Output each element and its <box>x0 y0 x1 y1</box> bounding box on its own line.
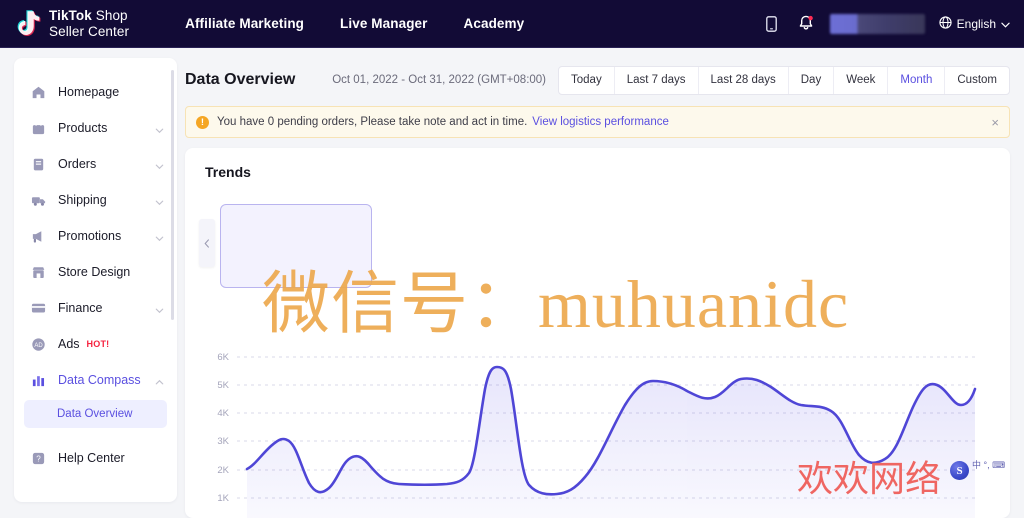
sidebar-item-label: Promotions <box>58 229 122 243</box>
sidebar-scrollbar[interactable] <box>171 70 174 320</box>
brand-line2: Seller Center <box>49 23 130 39</box>
tiktok-note-icon <box>16 9 42 39</box>
sidebar-item-label: Products <box>58 121 108 135</box>
mobile-icon[interactable] <box>762 13 782 35</box>
metric-carousel <box>185 196 1010 291</box>
date-range-text: Oct 01, 2022 - Oct 31, 2022 (GMT+08:00) <box>332 74 547 86</box>
chart-y-axis-labels: 6K 5K 4K 3K 2K 1K <box>217 352 229 504</box>
sidebar-item-label: Homepage <box>58 85 120 99</box>
home-icon <box>30 84 47 101</box>
help-icon: ? <box>30 450 47 467</box>
chevron-down-icon[interactable] <box>154 159 165 170</box>
user-account-redacted[interactable] <box>829 13 925 34</box>
trends-chart-svg: 6K 5K 4K 3K 2K 1K <box>217 352 977 518</box>
metric-card-selected[interactable] <box>220 204 372 288</box>
store-icon <box>30 264 47 281</box>
bar-chart-icon <box>30 372 47 389</box>
pending-orders-alert: ! You have 0 pending orders, Please take… <box>185 106 1010 138</box>
view-logistics-performance-link[interactable]: View logistics performance <box>532 116 669 128</box>
truck-icon <box>30 192 47 209</box>
sidebar-item-finance[interactable]: Finance <box>14 290 177 326</box>
ytick-5k: 5K <box>217 380 229 391</box>
chevron-down-icon <box>1001 17 1010 31</box>
top-nav-right-cluster: English <box>762 13 1010 35</box>
ads-hot-badge: HOT! <box>86 339 110 349</box>
ads-icon: AD <box>30 336 47 353</box>
sidebar-item-orders[interactable]: Orders <box>14 146 177 182</box>
range-button-month[interactable]: Month <box>888 66 946 94</box>
sidebar-item-help-center[interactable]: ? Help Center <box>14 440 177 476</box>
chart-area-fill <box>247 367 687 518</box>
ytick-3k: 3K <box>217 436 229 447</box>
sidebar-item-label: Orders <box>58 157 97 171</box>
bag-icon <box>30 120 47 137</box>
sidebar-item-label: Help Center <box>58 451 125 465</box>
sidebar-item-store-design[interactable]: Store Design <box>14 254 177 290</box>
svg-text:?: ? <box>36 454 41 463</box>
sidebar-item-label: Store Design <box>58 265 131 279</box>
range-button-custom[interactable]: Custom <box>945 67 1009 94</box>
sidebar-item-shipping[interactable]: Shipping <box>14 182 177 218</box>
globe-icon <box>939 15 952 32</box>
trends-chart: 6K 5K 4K 3K 2K 1K <box>185 333 1010 518</box>
chevron-down-icon[interactable] <box>154 195 165 206</box>
ytick-2k: 2K <box>217 465 229 476</box>
language-label: English <box>956 16 996 31</box>
top-navigation-bar: TikTok Shop Seller Center Affiliate Mark… <box>0 0 1024 48</box>
trends-card: Trends 6K 5K 4K 3K 2K 1K <box>185 148 1010 518</box>
page-header: Data Overview Oct 01, 2022 - Oct 31, 202… <box>177 58 1024 102</box>
sidebar-item-promotions[interactable]: Promotions <box>14 218 177 254</box>
receipt-icon <box>30 156 47 173</box>
chevron-down-icon[interactable] <box>154 123 165 134</box>
sidebar-item-label: Finance <box>58 301 103 315</box>
card-icon <box>30 300 47 317</box>
chevron-down-icon[interactable] <box>154 231 165 242</box>
close-icon[interactable]: × <box>991 116 999 129</box>
alert-message: You have 0 pending orders, Please take n… <box>217 116 528 128</box>
brand-logo-area[interactable]: TikTok Shop Seller Center <box>16 8 129 39</box>
ytick-4k: 4K <box>217 408 229 419</box>
range-button-today[interactable]: Today <box>559 66 615 94</box>
sidebar-item-products[interactable]: Products <box>14 110 177 146</box>
brand-text: TikTok Shop Seller Center <box>49 8 129 38</box>
sidebar-item-label: Data Compass <box>58 373 141 387</box>
nav-link-live-manager[interactable]: Live Manager <box>340 16 427 31</box>
range-button-last-28-days[interactable]: Last 28 days <box>699 66 789 94</box>
ytick-1k: 1K <box>217 493 229 504</box>
language-selector[interactable]: English <box>939 15 1010 32</box>
chevron-down-icon[interactable] <box>154 303 165 314</box>
page-title: Data Overview <box>185 71 296 88</box>
sidebar-navigation: Homepage Products Orders Shipping Promot… <box>14 58 177 502</box>
date-range-segmented-control: Today Last 7 days Last 28 days Day Week … <box>558 65 1010 95</box>
sidebar-item-ads[interactable]: AD Ads HOT! <box>14 326 177 362</box>
sidebar-item-label: Ads <box>58 337 80 351</box>
sidebar-item-label: Shipping <box>58 193 107 207</box>
range-button-week[interactable]: Week <box>834 66 889 94</box>
top-nav-links: Affiliate Marketing Live Manager Academy <box>185 16 524 31</box>
bell-icon[interactable] <box>796 13 816 35</box>
range-button-day[interactable]: Day <box>789 66 835 94</box>
megaphone-icon <box>30 228 47 245</box>
sidebar-subitem-label: Data Overview <box>57 408 133 420</box>
sidebar-item-data-overview[interactable]: Data Overview <box>24 400 167 428</box>
carousel-prev-button[interactable] <box>199 219 215 267</box>
sidebar-item-data-compass[interactable]: Data Compass <box>14 362 177 398</box>
chart-area-fill-right <box>687 378 975 518</box>
ytick-6k: 6K <box>217 352 229 363</box>
main-content: Data Overview Oct 01, 2022 - Oct 31, 202… <box>177 48 1024 518</box>
date-range-controls: Oct 01, 2022 - Oct 31, 2022 (GMT+08:00) … <box>332 65 1010 95</box>
range-button-last-7-days[interactable]: Last 7 days <box>615 66 699 94</box>
brand-line1-bold: TikTok <box>49 8 92 24</box>
brand-line1-rest: Shop <box>91 8 128 24</box>
warning-icon: ! <box>196 115 209 129</box>
sidebar-item-homepage[interactable]: Homepage <box>14 74 177 110</box>
nav-link-academy[interactable]: Academy <box>464 16 525 31</box>
chevron-up-icon[interactable] <box>154 375 165 386</box>
nav-link-affiliate-marketing[interactable]: Affiliate Marketing <box>185 16 304 31</box>
svg-text:AD: AD <box>34 342 43 348</box>
trends-title: Trends <box>205 164 251 180</box>
